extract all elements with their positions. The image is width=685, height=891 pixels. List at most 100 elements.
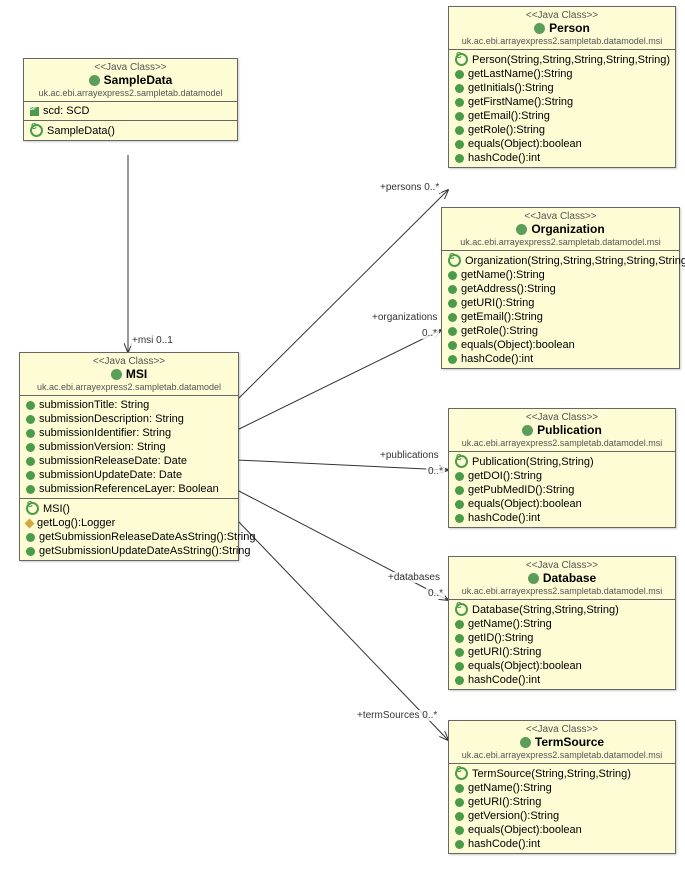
visibility-icon <box>455 514 464 523</box>
member-text: getSubmissionReleaseDateAsString():Strin… <box>39 531 255 543</box>
member-text: getName():String <box>468 782 552 794</box>
attrs-section: scd: SCD <box>24 102 237 121</box>
class-header: <<Java Class>> Organization uk.ac.ebi.ar… <box>442 208 679 251</box>
class-header: <<Java Class>> TermSource uk.ac.ebi.arra… <box>449 721 675 764</box>
member-row: submissionVersion: String <box>24 440 234 454</box>
visibility-icon <box>455 486 464 495</box>
member-text: getRole():String <box>468 124 545 136</box>
ops-section: MSI()getLog():LoggergetSubmissionRelease… <box>20 499 238 560</box>
member-text: equals(Object):boolean <box>468 824 582 836</box>
member-text: getLastName():String <box>468 68 573 80</box>
class-header: <<Java Class>> SampleData uk.ac.ebi.arra… <box>24 59 237 102</box>
visibility-icon <box>455 634 464 643</box>
member-text: getURI():String <box>468 646 541 658</box>
member-text: getPubMedID():String <box>468 484 574 496</box>
member-row: scd: SCD <box>28 104 233 118</box>
visibility-icon <box>455 648 464 657</box>
member-text: hashCode():int <box>468 152 540 164</box>
visibility-icon <box>455 500 464 509</box>
visibility-icon <box>26 471 35 480</box>
class-publication: <<Java Class>> Publication uk.ac.ebi.arr… <box>448 408 676 528</box>
stereotype: <<Java Class>> <box>26 356 232 367</box>
ops-section: Database(String,String,String) getName():… <box>449 600 675 689</box>
member-text: equals(Object):boolean <box>468 660 582 672</box>
member-text: submissionVersion: String <box>39 441 166 453</box>
assoc-org-label: +organizations <box>370 312 439 323</box>
visibility-icon <box>25 518 35 528</box>
visibility-icon <box>448 313 457 322</box>
member-text: submissionReleaseDate: Date <box>39 455 187 467</box>
visibility-icon <box>26 547 35 556</box>
assoc-persons-label: +persons 0..* <box>378 182 441 193</box>
member-text: submissionTitle: String <box>39 399 149 411</box>
member-row: getName():String <box>446 268 675 282</box>
assoc-db-label: +databases <box>386 572 442 583</box>
visibility-icon <box>455 662 464 671</box>
assoc-db-mult: 0..* <box>426 588 445 599</box>
class-name: Database <box>455 571 669 585</box>
package: uk.ac.ebi.arrayexpress2.sampletab.datamo… <box>455 438 669 448</box>
ops-section: TermSource(String,String,String) getName(… <box>449 764 675 853</box>
member-row: getDOI():String <box>453 469 671 483</box>
member-text: getID():String <box>468 632 533 644</box>
visibility-icon <box>455 840 464 849</box>
member-text: TermSource(String,String,String) <box>472 768 631 780</box>
member-text: hashCode():int <box>461 353 533 365</box>
class-database: <<Java Class>> Database uk.ac.ebi.arraye… <box>448 556 676 690</box>
member-text: Publication(String,String) <box>472 456 594 468</box>
visibility-icon <box>455 70 464 79</box>
stereotype: <<Java Class>> <box>30 62 231 73</box>
member-text: getFirstName():String <box>468 96 573 108</box>
member-text: submissionDescription: String <box>39 413 184 425</box>
visibility-icon <box>455 798 464 807</box>
member-text: hashCode():int <box>468 674 540 686</box>
attrs-section: submissionTitle: String submissionDescrip… <box>20 396 238 499</box>
member-text: equals(Object):boolean <box>468 138 582 150</box>
member-row: getName():String <box>453 617 671 631</box>
class-organization: <<Java Class>> Organization uk.ac.ebi.ar… <box>441 207 680 369</box>
member-row: hashCode():int <box>453 837 671 851</box>
visibility-icon <box>455 154 464 163</box>
member-row: getEmail():String <box>446 310 675 324</box>
member-row: getLastName():String <box>453 67 671 81</box>
class-header: <<Java Class>> MSI uk.ac.ebi.arrayexpres… <box>20 353 238 396</box>
member-text: SampleData() <box>47 125 115 137</box>
visibility-icon <box>455 98 464 107</box>
visibility-icon <box>455 472 464 481</box>
member-text: Database(String,String,String) <box>472 604 619 616</box>
package: uk.ac.ebi.arrayexpress2.sampletab.datamo… <box>455 586 669 596</box>
member-text: getName():String <box>461 269 545 281</box>
stereotype: <<Java Class>> <box>448 211 673 222</box>
member-row: equals(Object):boolean <box>453 137 671 151</box>
visibility-icon <box>26 415 35 424</box>
member-row: getURI():String <box>453 645 671 659</box>
member-row: equals(Object):boolean <box>453 497 671 511</box>
member-text: getLog():Logger <box>37 517 115 529</box>
member-row: getName():String <box>453 781 671 795</box>
assoc-org-mult: 0..* <box>420 328 439 339</box>
stereotype: <<Java Class>> <box>455 560 669 571</box>
visibility-icon <box>455 620 464 629</box>
class-sampledata: <<Java Class>> SampleData uk.ac.ebi.arra… <box>23 58 238 141</box>
class-header: <<Java Class>> Database uk.ac.ebi.arraye… <box>449 557 675 600</box>
visibility-icon <box>455 53 468 66</box>
visibility-icon <box>448 355 457 364</box>
member-text: getDOI():String <box>468 470 542 482</box>
member-row: submissionDescription: String <box>24 412 234 426</box>
member-text: getVersion():String <box>468 810 559 822</box>
member-text: submissionReferenceLayer: Boolean <box>39 483 219 495</box>
member-row: submissionUpdateDate: Date <box>24 468 234 482</box>
class-name: Person <box>455 21 669 35</box>
visibility-icon <box>455 603 468 616</box>
member-row: getEmail():String <box>453 109 671 123</box>
visibility-icon <box>448 285 457 294</box>
member-text: equals(Object):boolean <box>461 339 575 351</box>
assoc-pub-label: +publications <box>378 450 441 461</box>
visibility-icon <box>26 533 35 542</box>
stereotype: <<Java Class>> <box>455 412 669 423</box>
member-row: equals(Object):boolean <box>453 659 671 673</box>
visibility-icon <box>448 254 461 267</box>
package: uk.ac.ebi.arrayexpress2.sampletab.datamo… <box>448 237 673 247</box>
member-text: getName():String <box>468 618 552 630</box>
class-header: <<Java Class>> Person uk.ac.ebi.arrayexp… <box>449 7 675 50</box>
